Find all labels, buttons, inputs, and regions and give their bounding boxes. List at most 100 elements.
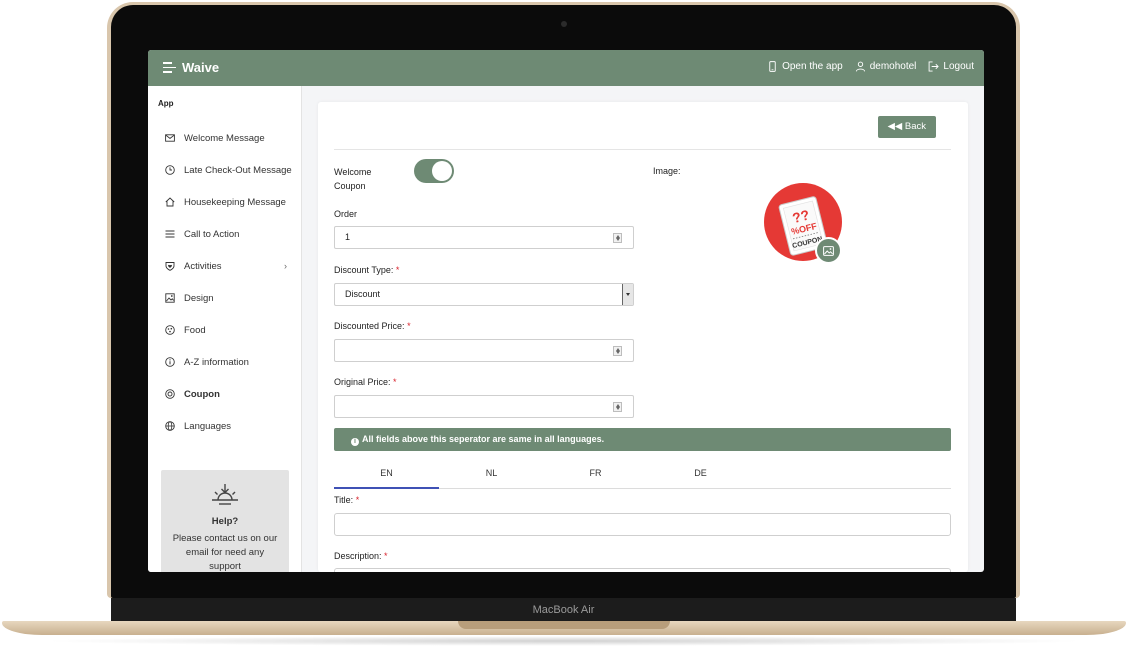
discount-type-label: Discount Type: * bbox=[334, 265, 399, 275]
heart-shield-icon bbox=[165, 262, 175, 271]
chevron-right-icon: › bbox=[284, 261, 287, 271]
required-mark: * bbox=[395, 265, 400, 275]
sidebar-item-welcome-message[interactable]: Welcome Message bbox=[148, 122, 302, 154]
image-icon bbox=[165, 293, 175, 303]
device-label: MacBook Air bbox=[111, 598, 1016, 622]
back-label: Back bbox=[904, 121, 926, 132]
title-label: Title: * bbox=[334, 495, 359, 505]
sidebar-item-languages[interactable]: Languages bbox=[148, 410, 302, 442]
laptop-shadow bbox=[40, 636, 1088, 646]
order-value: 1 bbox=[345, 232, 351, 242]
info-circle-icon: i bbox=[351, 438, 359, 446]
sidebar-item-label: Call to Action bbox=[184, 228, 240, 240]
notice-text: All fields above this seperator are same… bbox=[362, 434, 605, 444]
sidebar-menu: Welcome Message Late Check-Out Message H… bbox=[148, 122, 302, 442]
sidebar-item-label: Late Check-Out Message bbox=[184, 164, 292, 176]
required-mark: * bbox=[355, 495, 360, 505]
top-nav: Open the app demohotel Logout bbox=[767, 61, 974, 72]
globe-icon bbox=[165, 421, 175, 431]
sidebar-item-label: Coupon bbox=[184, 388, 220, 400]
clock-icon bbox=[165, 165, 175, 175]
help-box: Help? Please contact us on our email for… bbox=[161, 470, 289, 572]
sidebar-item-late-checkout[interactable]: Late Check-Out Message bbox=[148, 154, 302, 186]
help-text: Please contact us on our email for need … bbox=[172, 533, 278, 572]
title-input[interactable] bbox=[334, 513, 951, 536]
sidebar: App Welcome Message Late Check-Out Messa… bbox=[148, 86, 302, 572]
coupon-icon bbox=[165, 389, 175, 399]
order-input[interactable]: 1 bbox=[334, 226, 634, 249]
discounted-price-label-text: Discounted Price: bbox=[334, 321, 405, 331]
separator-notice: i All fields above this seperator are sam… bbox=[334, 428, 951, 451]
user-icon bbox=[855, 61, 865, 72]
logout-label: Logout bbox=[943, 61, 974, 72]
coupon-form-card: ◀◀ Back Welcome Coupon Order 1 Discount … bbox=[318, 102, 968, 572]
logout-icon bbox=[929, 61, 940, 72]
hamburger-menu-icon[interactable] bbox=[163, 62, 176, 74]
camera-icon bbox=[561, 21, 567, 27]
phone-icon bbox=[769, 61, 776, 72]
logout-link[interactable]: Logout bbox=[928, 61, 974, 72]
menu-lines-icon bbox=[165, 230, 175, 238]
description-label-text: Description: bbox=[334, 551, 382, 561]
help-title: Help? bbox=[211, 516, 239, 527]
language-tabs: EN NL FR DE bbox=[334, 460, 951, 489]
tab-fr[interactable]: FR bbox=[543, 460, 648, 489]
sidebar-item-housekeeping[interactable]: Housekeeping Message bbox=[148, 186, 302, 218]
user-name: demohotel bbox=[869, 61, 917, 72]
image-icon bbox=[823, 245, 834, 256]
open-app-label: Open the app bbox=[782, 61, 843, 72]
brand-name[interactable]: Waive bbox=[182, 60, 219, 75]
select-arrow-icon[interactable] bbox=[622, 284, 633, 305]
required-mark: * bbox=[384, 551, 388, 561]
discount-type-value: Discount bbox=[345, 289, 381, 299]
tab-en[interactable]: EN bbox=[334, 460, 439, 489]
sidebar-item-call-to-action[interactable]: Call to Action bbox=[148, 218, 302, 250]
sidebar-item-label: A-Z information bbox=[184, 356, 249, 368]
home-icon bbox=[165, 197, 175, 207]
welcome-coupon-toggle[interactable] bbox=[414, 159, 454, 183]
description-input[interactable] bbox=[334, 568, 951, 572]
order-stepper[interactable] bbox=[613, 233, 622, 243]
header-divider bbox=[334, 149, 951, 150]
discounted-price-input[interactable] bbox=[334, 339, 634, 362]
sidebar-item-label: Housekeeping Message bbox=[184, 196, 286, 208]
title-label-text: Title: bbox=[334, 495, 354, 505]
back-icon: ◀◀ bbox=[887, 121, 903, 132]
discount-type-select[interactable]: Discount bbox=[334, 283, 634, 306]
description-label: Description: * bbox=[334, 551, 388, 561]
sidebar-heading: App bbox=[158, 99, 174, 108]
sunrise-icon bbox=[212, 484, 238, 505]
toggle-knob bbox=[432, 161, 452, 181]
original-price-stepper[interactable] bbox=[613, 402, 622, 412]
laptop-notch bbox=[458, 621, 670, 629]
sidebar-item-food[interactable]: Food bbox=[148, 314, 302, 346]
tab-de[interactable]: DE bbox=[648, 460, 753, 489]
app-screen: Waive Open the app demohotel Logout App … bbox=[148, 50, 984, 572]
sidebar-item-label: Activities bbox=[184, 260, 222, 272]
discount-type-label-text: Discount Type: bbox=[334, 265, 394, 275]
user-menu[interactable]: demohotel bbox=[855, 61, 917, 72]
original-price-input[interactable] bbox=[334, 395, 634, 418]
sidebar-item-label: Design bbox=[184, 292, 214, 304]
change-image-button[interactable] bbox=[815, 237, 842, 264]
sidebar-item-activities[interactable]: Activities › bbox=[148, 250, 302, 282]
order-label: Order bbox=[334, 209, 358, 219]
required-mark: * bbox=[393, 377, 397, 387]
welcome-coupon-label: Welcome Coupon bbox=[334, 167, 372, 191]
info-icon bbox=[165, 357, 175, 367]
sidebar-item-coupon[interactable]: Coupon bbox=[148, 378, 302, 410]
discounted-price-stepper[interactable] bbox=[613, 346, 622, 356]
open-app-link[interactable]: Open the app bbox=[767, 61, 843, 72]
discounted-price-label: Discounted Price: * bbox=[334, 321, 411, 331]
image-label: Image: bbox=[653, 166, 681, 176]
sidebar-item-label: Food bbox=[184, 324, 206, 336]
envelope-icon bbox=[165, 134, 175, 142]
top-bar: Waive Open the app demohotel Logout bbox=[148, 50, 984, 86]
original-price-label: Original Price: * bbox=[334, 377, 397, 387]
tab-nl[interactable]: NL bbox=[439, 460, 544, 489]
original-price-label-text: Original Price: bbox=[334, 377, 391, 387]
sidebar-item-label: Languages bbox=[184, 420, 232, 432]
sidebar-item-az-information[interactable]: A-Z information bbox=[148, 346, 302, 378]
sidebar-item-design[interactable]: Design bbox=[148, 282, 302, 314]
back-button[interactable]: ◀◀ Back bbox=[877, 116, 936, 138]
